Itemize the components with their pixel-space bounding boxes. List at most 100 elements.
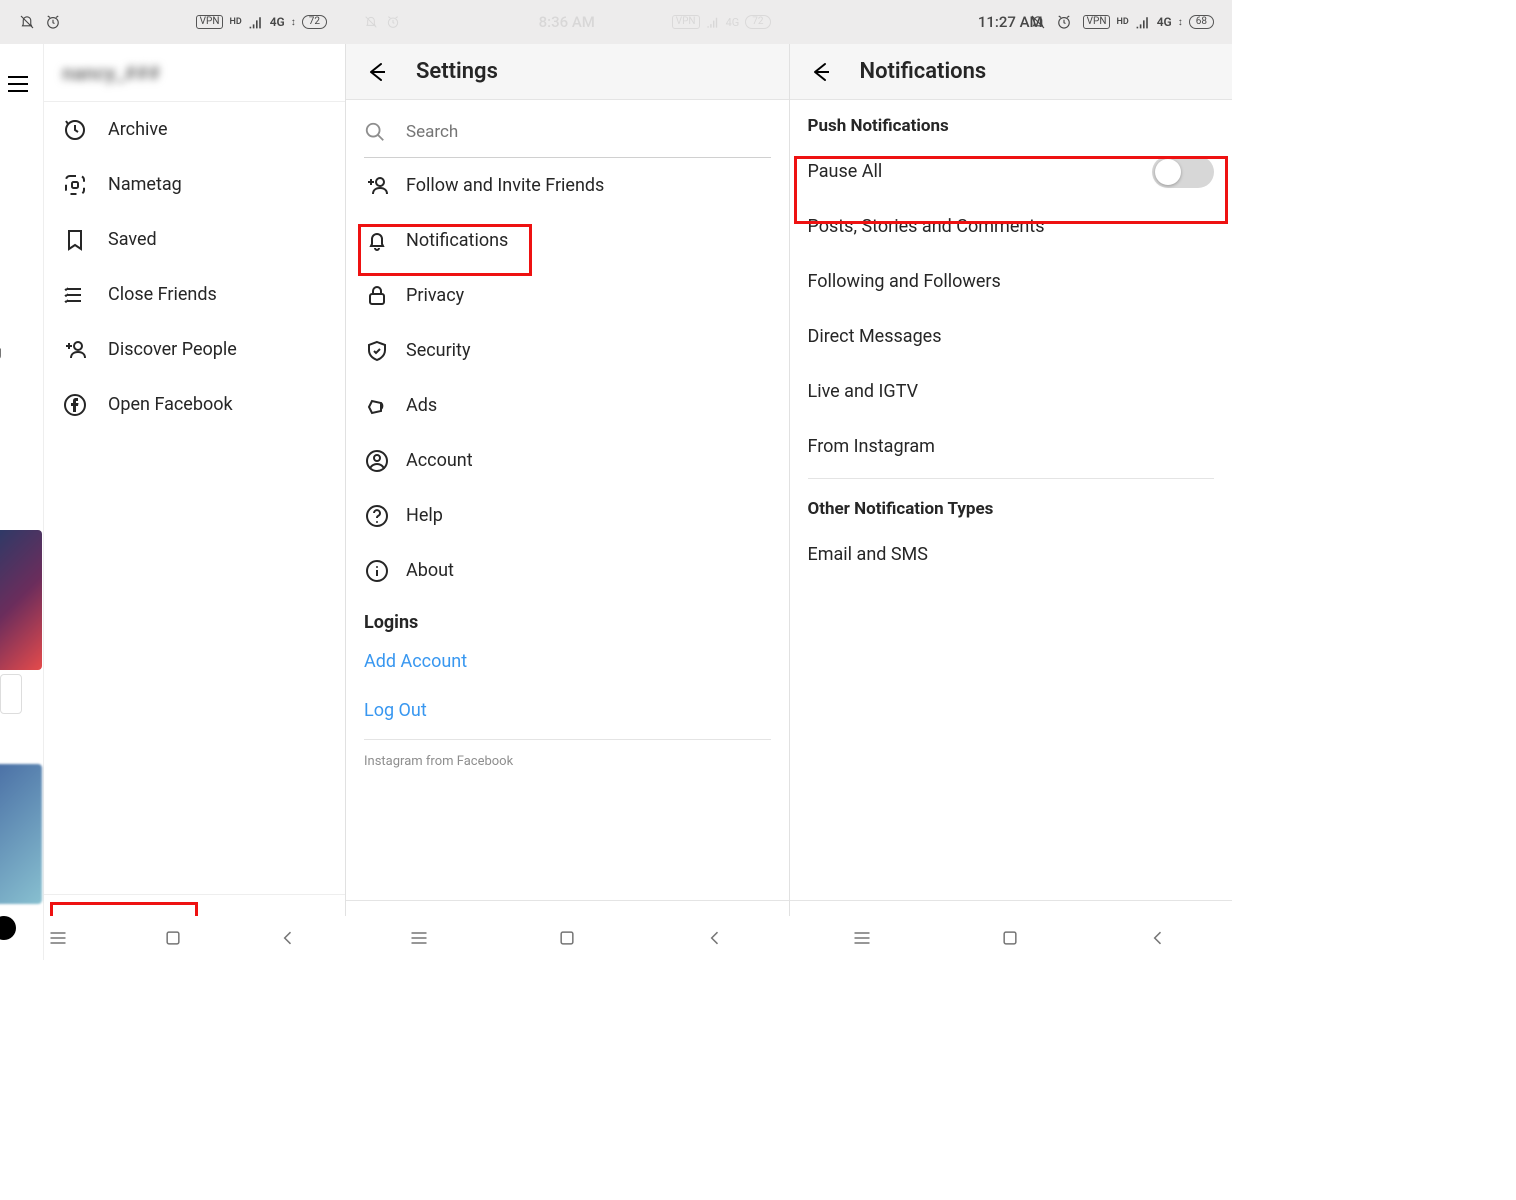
shield-icon [364, 338, 390, 364]
settings-item-follow[interactable]: Follow and Invite Friends [346, 158, 789, 213]
notif-item-live[interactable]: Live and IGTV [790, 364, 1233, 419]
hd-badge: HD [229, 17, 241, 27]
notif-item-posts[interactable]: Posts, Stories and Comments [790, 199, 1233, 254]
profile-icon[interactable] [0, 916, 16, 940]
account-icon [364, 448, 390, 474]
panel-settings: Settings Follow and Invite Friends Notif… [345, 44, 789, 960]
alarm-icon [1055, 13, 1073, 31]
settings-label: Notifications [406, 230, 508, 251]
settings-label: Privacy [406, 285, 464, 306]
vpn-badge: VPN [1083, 15, 1111, 29]
notif-label: Live and IGTV [808, 381, 919, 402]
menu-item-open-facebook[interactable]: Open Facebook [44, 377, 345, 432]
home-icon[interactable] [557, 928, 577, 948]
status-bar-right: 11:27 AM VPN HD 4G ↕ 68 [789, 0, 1233, 44]
bell-icon [364, 228, 390, 254]
notif-item-following[interactable]: Following and Followers [790, 254, 1233, 309]
menu-label: Close Friends [108, 284, 217, 305]
notifications-header: Notifications [790, 44, 1233, 100]
help-icon [364, 503, 390, 529]
menu-label: Discover People [108, 339, 237, 360]
pause-all-toggle[interactable] [1152, 156, 1214, 188]
back-button[interactable] [362, 60, 388, 84]
archive-icon [62, 117, 88, 143]
hd-badge: HD [1116, 17, 1128, 27]
notif-item-from-instagram[interactable]: From Instagram [790, 419, 1233, 474]
logins-header: Logins [346, 598, 789, 637]
story-thumb[interactable] [0, 764, 42, 904]
alarm-icon [44, 13, 62, 31]
dnd-icon [18, 13, 36, 31]
network-label: 4G [1157, 15, 1172, 29]
settings-item-help[interactable]: Help [346, 488, 789, 543]
back-icon[interactable] [278, 928, 298, 948]
hamburger-icon[interactable] [4, 72, 32, 96]
notif-label: Email and SMS [808, 544, 928, 565]
recents-icon[interactable] [852, 928, 872, 948]
notif-item-email-sms[interactable]: Email and SMS [790, 527, 1233, 582]
system-nav [345, 916, 789, 960]
facebook-icon [62, 392, 88, 418]
settings-label: Ads [406, 395, 437, 416]
username-header[interactable]: nancy_### [44, 44, 345, 102]
settings-item-notifications[interactable]: Notifications [346, 213, 789, 268]
recents-icon[interactable] [48, 928, 68, 948]
panel-notifications: Notifications Push Notifications Pause A… [789, 44, 1233, 960]
settings-item-ads[interactable]: Ads [346, 378, 789, 433]
clock-ghost: 8:36 AM [539, 13, 595, 31]
menu-label: Open Facebook [108, 394, 233, 415]
log-out-link[interactable]: Log Out [346, 686, 789, 735]
menu-item-discover[interactable]: Discover People [44, 322, 345, 377]
settings-label: Follow and Invite Friends [406, 175, 604, 196]
back-button[interactable] [806, 60, 832, 84]
add-account-link[interactable]: Add Account [346, 637, 789, 686]
pause-all-label: Pause All [808, 161, 883, 182]
settings-item-account[interactable]: Account [346, 433, 789, 488]
menu-label: Archive [108, 119, 168, 140]
settings-label: Help [406, 505, 443, 526]
divider [364, 739, 771, 740]
from-facebook-label: Instagram from Facebook [346, 744, 789, 779]
cropped-left-edge: g [0, 44, 44, 960]
back-icon[interactable] [705, 928, 725, 948]
notif-label: From Instagram [808, 436, 935, 457]
notif-item-dm[interactable]: Direct Messages [790, 309, 1233, 364]
recents-icon[interactable] [409, 928, 429, 948]
home-icon[interactable] [163, 928, 183, 948]
home-icon[interactable] [1000, 928, 1020, 948]
bookmark-icon [62, 227, 88, 253]
system-nav [0, 916, 345, 960]
menu-item-saved[interactable]: Saved [44, 212, 345, 267]
megaphone-icon [364, 393, 390, 419]
menu-item-nametag[interactable]: Nametag [44, 157, 345, 212]
battery-badge: 68 [1189, 15, 1214, 29]
search-input[interactable] [406, 122, 771, 142]
vpn-badge: VPN [196, 15, 224, 29]
menu-label: Saved [108, 229, 157, 250]
search-row[interactable] [364, 106, 771, 158]
settings-item-privacy[interactable]: Privacy [346, 268, 789, 323]
info-icon [364, 558, 390, 584]
menu-label: Nametag [108, 174, 182, 195]
add-person-icon [364, 173, 390, 199]
page-title: Settings [416, 59, 498, 84]
settings-item-security[interactable]: Security [346, 323, 789, 378]
settings-label: About [406, 560, 454, 581]
story-thumb[interactable] [0, 674, 22, 714]
dnd-icon [1029, 13, 1047, 31]
notif-label: Direct Messages [808, 326, 942, 347]
network-label: 4G [270, 15, 285, 29]
add-person-icon [62, 337, 88, 363]
system-nav [789, 916, 1233, 960]
menu-item-archive[interactable]: Archive [44, 102, 345, 157]
push-header: Push Notifications [790, 100, 1233, 144]
search-icon [364, 121, 386, 143]
pause-all-row[interactable]: Pause All [790, 144, 1233, 199]
signal-icon [1135, 14, 1151, 30]
panel-profile-menu: g nancy_### Archive Nametag Saved Close … [0, 44, 345, 960]
settings-item-about[interactable]: About [346, 543, 789, 598]
menu-item-close-friends[interactable]: Close Friends [44, 267, 345, 322]
back-icon[interactable] [1148, 928, 1168, 948]
other-header: Other Notification Types [790, 483, 1233, 527]
story-thumb[interactable] [0, 530, 42, 670]
